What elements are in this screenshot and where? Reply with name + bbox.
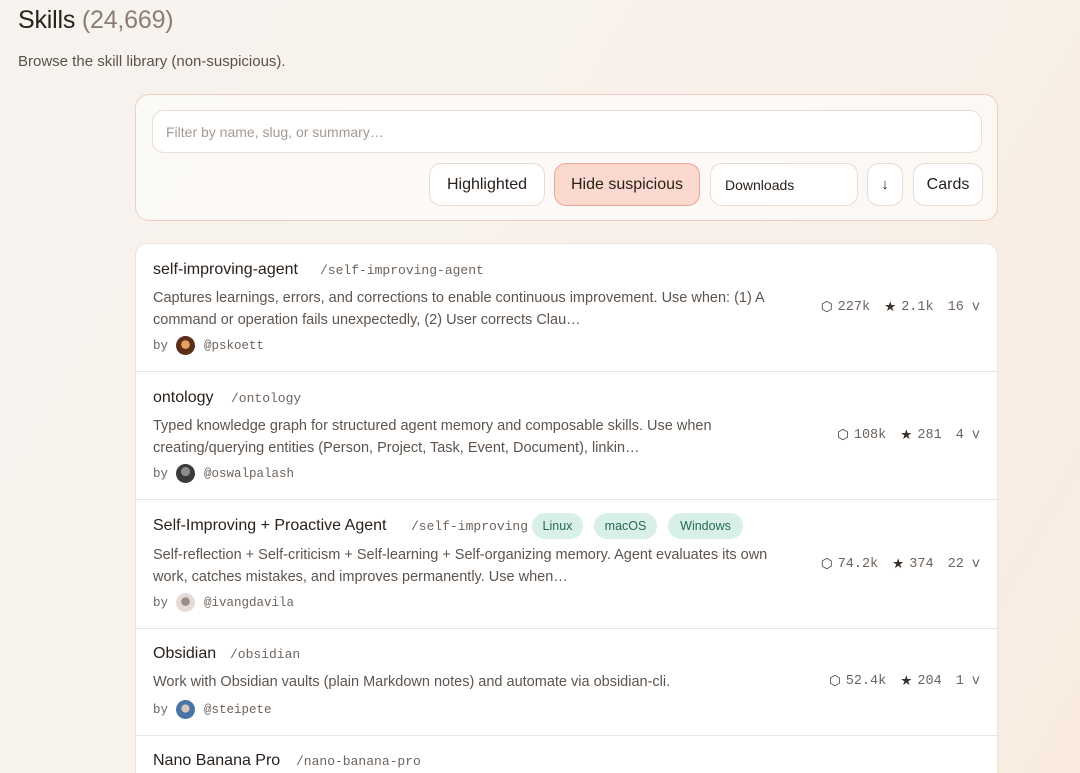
downloads-count: 108k <box>853 427 887 443</box>
star-icon: ★ <box>892 556 905 572</box>
author-handle[interactable]: @steipete <box>204 703 272 717</box>
skill-name[interactable]: Nano Banana Pro <box>153 752 280 770</box>
skill-description: Work with Obsidian vaults (plain Markdow… <box>153 674 671 690</box>
versions-count: 4 v <box>955 427 980 443</box>
skill-name[interactable]: self-improving-agent <box>153 261 298 279</box>
star-icon: ★ <box>900 427 913 443</box>
versions-count: 1 v <box>955 673 980 689</box>
skills-count: (24,669) <box>81 6 174 34</box>
skill-name[interactable]: Self-Improving + Proactive Agent <box>153 517 386 535</box>
downloads-count: 74.2k <box>837 556 879 572</box>
page-title: Skills (24,669) <box>18 6 174 35</box>
skill-slug: /obsidian <box>230 647 301 662</box>
star-icon: ★ <box>900 673 913 689</box>
skill-name[interactable]: ontology <box>153 389 214 407</box>
package-icon: ⬡ <box>828 673 841 689</box>
skill-slug: /nano-banana-pro <box>296 754 421 769</box>
skill-name[interactable]: Obsidian <box>153 645 216 663</box>
view-mode-label: Cards <box>926 175 970 193</box>
by-label: by <box>153 338 169 353</box>
skill-author: by @oswalpalash <box>153 464 294 483</box>
stars-count: 281 <box>917 427 942 443</box>
skill-row[interactable]: ontology /ontology Typed knowledge graph… <box>136 372 997 500</box>
skill-row[interactable]: Obsidian /obsidian Work with Obsidian va… <box>136 629 997 736</box>
skill-stats: ⬡ 227k ★ 2.1k 16 v <box>821 299 980 315</box>
skill-description: Typed knowledge graph for structured age… <box>153 418 712 456</box>
sort-select-value: Downloads <box>725 176 795 193</box>
downloads-count: 227k <box>837 299 871 315</box>
tag-windows: Windows <box>668 513 743 539</box>
skill-author: by @pskoett <box>153 336 264 355</box>
page-title-text: Skills <box>18 6 76 34</box>
package-icon: ⬡ <box>820 299 833 315</box>
skill-slug: /ontology <box>231 391 302 406</box>
filter-panel: Highlighted Hide suspicious Downloads ↓ … <box>135 94 998 221</box>
versions-count: 22 v <box>947 556 980 572</box>
skill-slug: /self-improving <box>411 519 529 534</box>
package-icon: ⬡ <box>820 556 833 572</box>
versions-count: 16 v <box>947 299 980 315</box>
author-handle[interactable]: @pskoett <box>204 339 264 353</box>
avatar <box>176 464 196 483</box>
tag-linux: Linux <box>532 513 583 539</box>
avatar <box>176 593 196 612</box>
skill-row[interactable]: Self-Improving + Proactive Agent /self-i… <box>136 500 997 629</box>
author-handle[interactable]: @oswalpalash <box>204 467 294 481</box>
skill-row[interactable]: self-improving-agent /self-improving-age… <box>136 244 997 372</box>
page-subtitle: Browse the skill library (non-suspicious… <box>18 53 286 70</box>
skills-list: self-improving-agent /self-improving-age… <box>135 243 998 773</box>
skill-description: Captures learnings, errors, and correcti… <box>153 290 764 328</box>
skill-stats: ⬡ 108k ★ 281 4 v <box>837 427 980 443</box>
skill-description: Self-reflection + Self-criticism + Self-… <box>153 547 768 585</box>
skill-stats: ⬡ 74.2k ★ 374 22 v <box>821 556 980 572</box>
search-input[interactable] <box>152 110 982 153</box>
hide-suspicious-label: Hide suspicious <box>570 175 684 193</box>
highlighted-label: Highlighted <box>446 175 528 193</box>
by-label: by <box>153 702 169 717</box>
avatar <box>176 700 196 719</box>
stars-count: 374 <box>909 556 934 572</box>
skill-slug: /self-improving-agent <box>320 263 484 278</box>
highlighted-button[interactable]: Highlighted <box>429 163 545 206</box>
package-icon: ⬡ <box>837 427 849 443</box>
view-mode-button[interactable]: Cards <box>913 163 983 206</box>
skill-author: by @steipete <box>153 700 272 719</box>
arrow-down-icon: ↓ <box>881 176 889 193</box>
skill-author: by @ivangdavila <box>153 593 294 612</box>
hide-suspicious-toggle[interactable]: Hide suspicious <box>554 163 700 206</box>
by-label: by <box>153 466 169 481</box>
avatar <box>176 336 196 355</box>
skill-stats: ⬡ 52.4k ★ 204 1 v <box>829 673 980 689</box>
author-handle[interactable]: @ivangdavila <box>204 596 294 610</box>
skill-row[interactable]: Nano Banana Pro /nano-banana-pro <box>136 736 997 773</box>
sort-direction-button[interactable]: ↓ <box>867 163 903 206</box>
star-icon: ★ <box>884 299 897 315</box>
sort-select[interactable]: Downloads <box>710 163 858 206</box>
by-label: by <box>153 595 169 610</box>
stars-count: 2.1k <box>901 299 934 315</box>
stars-count: 204 <box>917 673 942 689</box>
downloads-count: 52.4k <box>845 673 887 689</box>
tag-macos: macOS <box>594 513 657 539</box>
